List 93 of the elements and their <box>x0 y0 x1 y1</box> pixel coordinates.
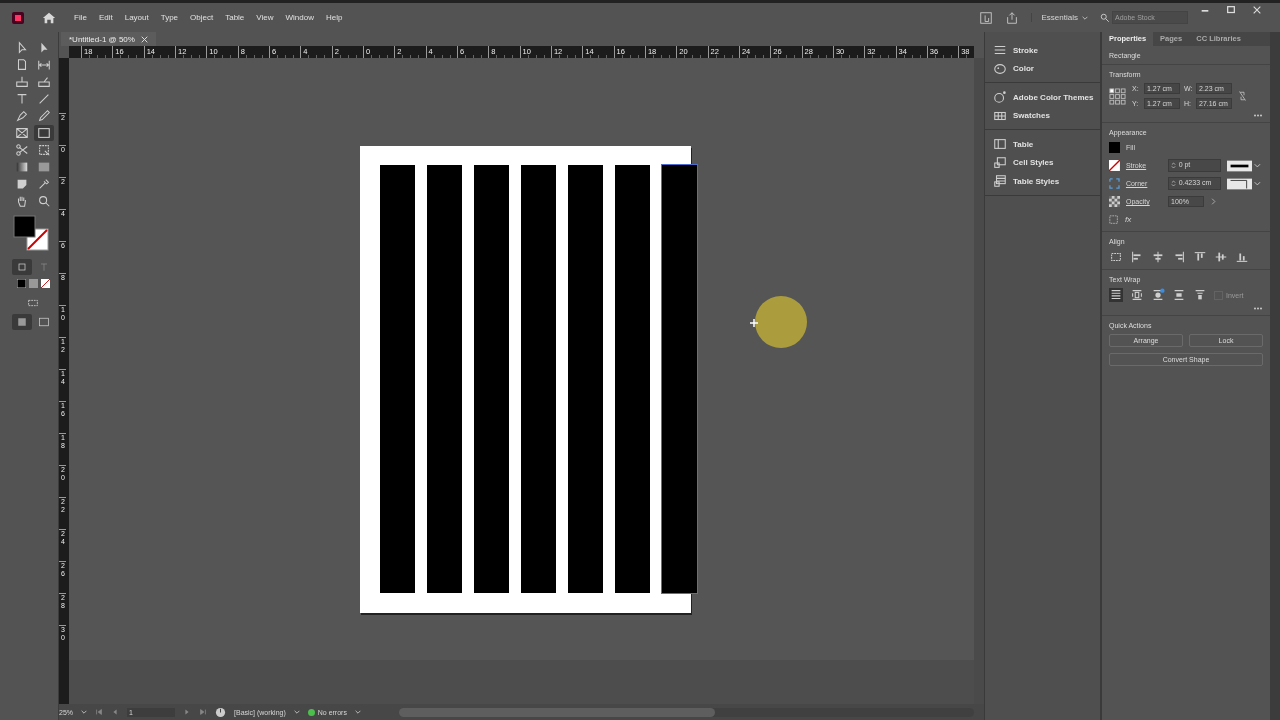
status-dot <box>307 708 315 716</box>
color-wheel-icon <box>993 90 1007 105</box>
frame-icon <box>15 126 29 140</box>
chevron-down-icon[interactable] <box>81 709 87 715</box>
pen-icon <box>15 109 29 123</box>
palette-icon <box>993 61 1007 76</box>
effects-button[interactable]: fx <box>1125 215 1132 224</box>
style-dropdown-icon[interactable] <box>1227 177 1263 190</box>
share-icon[interactable] <box>1004 10 1019 25</box>
more-icon[interactable] <box>1253 114 1263 117</box>
square-icon <box>16 261 28 273</box>
home-icon[interactable] <box>42 10 56 25</box>
close-icon[interactable] <box>140 35 148 43</box>
window-icon <box>38 316 50 328</box>
normal-mode-button[interactable] <box>12 314 32 330</box>
workspace-menu[interactable]: Essentials <box>1030 13 1078 22</box>
table-icon <box>993 137 1007 152</box>
app-logo-icon[interactable] <box>12 11 24 24</box>
gap-icon <box>37 58 51 72</box>
touch-icon[interactable] <box>978 10 993 25</box>
more-icon[interactable] <box>1253 307 1263 310</box>
maximize-icon[interactable] <box>1226 4 1236 15</box>
previous-page-icon[interactable] <box>111 708 119 716</box>
wrap-next-icon[interactable] <box>1193 288 1207 302</box>
stepper-arrows-icon[interactable] <box>1170 179 1176 188</box>
close-icon[interactable] <box>1252 4 1262 15</box>
fill-stroke-swatch-icon[interactable] <box>13 215 49 251</box>
align-top-icon[interactable] <box>1193 250 1207 264</box>
checkerboard-icon[interactable] <box>1109 196 1120 207</box>
fill-swatch[interactable] <box>1109 142 1120 153</box>
scissors-icon <box>15 143 29 157</box>
frame-fitting-icon[interactable] <box>1109 214 1119 225</box>
last-page-icon[interactable] <box>199 708 207 716</box>
link-icon[interactable] <box>1238 90 1247 102</box>
distribute-icon[interactable] <box>1109 250 1123 264</box>
color-icon[interactable] <box>16 279 26 288</box>
page-icon <box>15 58 29 72</box>
preflight-icon[interactable] <box>215 706 226 718</box>
stroke-swatch-icon[interactable] <box>1109 160 1120 171</box>
gradient-icon <box>15 160 29 174</box>
panel-button[interactable]: Adobe Color Themes <box>985 88 1100 107</box>
wrap-none-icon[interactable] <box>1109 288 1123 302</box>
note-icon <box>15 177 29 191</box>
vertical-scrollbar[interactable] <box>974 58 984 704</box>
line-icon <box>37 92 51 106</box>
panel-button[interactable]: Cell Styles <box>985 153 1100 172</box>
chevron-down-icon[interactable] <box>1082 14 1088 21</box>
panel-button[interactable]: Table <box>985 135 1100 154</box>
pencil-icon <box>37 109 51 123</box>
table-styles-icon <box>993 174 1007 189</box>
rectangle-icon <box>37 126 51 140</box>
reference-point-icon[interactable] <box>1109 87 1126 105</box>
screen-mode-icon <box>16 316 28 328</box>
type-icon <box>15 92 29 106</box>
hand-icon <box>15 194 29 208</box>
eyedropper-icon <box>37 177 51 191</box>
gradient-icon <box>37 160 51 174</box>
type-icon <box>38 261 50 273</box>
menu-item[interactable]: Object <box>190 13 214 22</box>
panel-button[interactable]: Swatches <box>985 106 1100 125</box>
align-center-icon[interactable] <box>1151 250 1165 264</box>
search-icon <box>37 194 51 208</box>
panel-button[interactable]: Table Styles <box>985 172 1100 191</box>
menu-item[interactable]: File <box>74 13 87 22</box>
style-dropdown-icon[interactable] <box>1227 159 1263 172</box>
menu-item[interactable]: Type <box>160 13 179 22</box>
menu-item[interactable]: Table <box>225 13 245 22</box>
panel-button[interactable]: Color <box>985 59 1100 78</box>
menu-item[interactable]: Layout <box>124 13 149 22</box>
first-page-icon[interactable] <box>95 708 103 716</box>
document-tab[interactable]: *Untitled-1 @ 50% <box>61 32 156 46</box>
wrap-jump-icon[interactable] <box>1172 288 1186 302</box>
wrap-box-icon[interactable] <box>1130 288 1144 302</box>
menu-item[interactable]: Edit <box>98 13 113 22</box>
align-left-icon[interactable] <box>1130 250 1144 264</box>
tray-icon <box>37 75 51 89</box>
cell-styles-icon <box>993 155 1007 170</box>
wrap-shape-icon[interactable] <box>1151 288 1165 302</box>
none-icon[interactable] <box>40 279 50 288</box>
chevron-down-icon[interactable] <box>293 709 300 715</box>
align-middle-icon[interactable] <box>1214 250 1228 264</box>
chevron-down-icon[interactable] <box>354 709 361 715</box>
search-icon <box>1100 12 1110 23</box>
menu-item[interactable]: Window <box>285 13 314 22</box>
menu-item[interactable]: View <box>256 13 274 22</box>
horizontal-scrollbar[interactable] <box>398 707 974 717</box>
transform-icon <box>37 143 51 157</box>
stepper-arrows-icon[interactable] <box>1170 161 1176 170</box>
tray-icon <box>15 75 29 89</box>
panel-button[interactable]: Stroke <box>985 41 1100 60</box>
next-page-icon[interactable] <box>183 708 191 716</box>
menu-item[interactable]: Help <box>325 13 343 22</box>
tool-button[interactable] <box>34 125 54 141</box>
